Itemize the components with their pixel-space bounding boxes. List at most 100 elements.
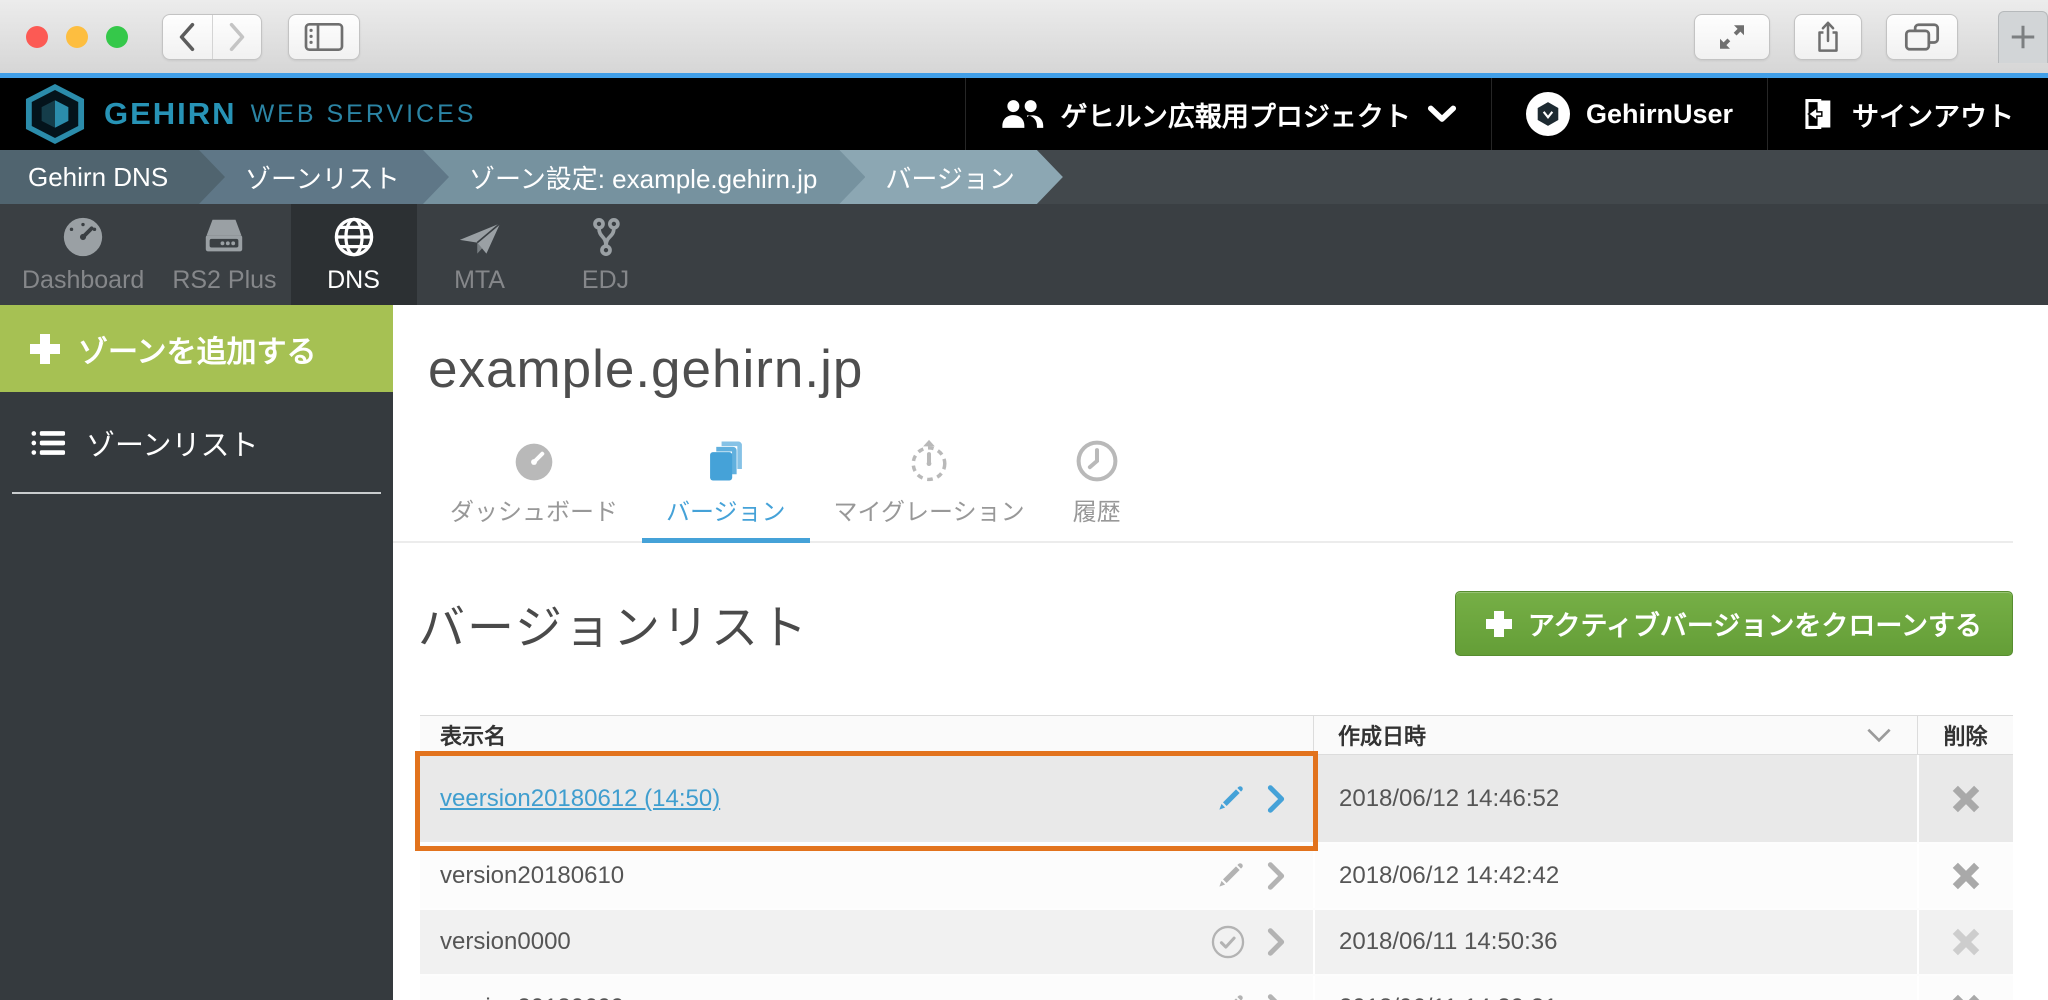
- version-name: version0000: [440, 928, 571, 955]
- tab-version[interactable]: バージョン: [642, 436, 810, 543]
- delete-version-button[interactable]: [1950, 992, 1982, 1000]
- new-tab-button[interactable]: [1998, 10, 2048, 63]
- clone-button-label: アクティブバージョンをクローンする: [1527, 611, 1982, 641]
- breadcrumb-zone-settings[interactable]: ゾーン設定: example.gehirn.jp: [423, 150, 865, 204]
- service-dashboard[interactable]: Dashboard: [8, 204, 158, 305]
- signout-door-icon: [1805, 98, 1831, 130]
- fullscreen-icon: [1720, 24, 1744, 49]
- service-rs2-plus[interactable]: RS2 Plus: [158, 204, 290, 305]
- chevron-down-icon: [1427, 105, 1456, 122]
- toolbar-right: [1694, 10, 2048, 63]
- tab-label: バージョン: [666, 499, 786, 526]
- user-name: GehirnUser: [1585, 98, 1733, 129]
- delete-x-icon: [1952, 862, 1980, 890]
- sidebar-item-zone-list[interactable]: ゾーンリスト: [0, 392, 393, 464]
- service-label: DNS: [327, 266, 380, 294]
- plus-icon: [30, 334, 60, 364]
- table-row: version20180609 2018/06/11 14:39:21: [420, 976, 2013, 1000]
- logo-text: GEHIRN: [104, 96, 237, 131]
- delete-version-button[interactable]: [1950, 860, 1982, 892]
- version-link[interactable]: veersion20180612 (14:50): [440, 785, 720, 813]
- table-row: veersion20180612 (14:50) 2018/06/12 14:4…: [420, 755, 2013, 844]
- version-table: 表示名 作成日時 削除 veersion20180612 (14:50) 201…: [415, 715, 2013, 1000]
- main-content: example.gehirn.jp ダッシュボード バージョン マイグレーション…: [393, 305, 2048, 1000]
- clone-active-version-button[interactable]: アクティブバージョンをクローンする: [1454, 591, 2013, 656]
- col-header-created[interactable]: 作成日時: [1313, 716, 1917, 754]
- signout-button[interactable]: サインアウト: [1767, 78, 2048, 150]
- app-header-right: ゲヒルン広報用プロジェクト GehirnUser サインアウト: [965, 78, 2048, 150]
- browser-toolbar: [0, 0, 2048, 78]
- window-controls: [26, 25, 128, 48]
- share-icon: [1818, 21, 1838, 52]
- app-header: GEHIRN WEB SERVICES ゲヒルン広報用プロジェクト Gehirn…: [0, 78, 2048, 150]
- add-zone-button[interactable]: ゾーンを追加する: [0, 305, 393, 392]
- tab-migration[interactable]: マイグレーション: [810, 436, 1049, 541]
- delete-version-button[interactable]: [1950, 783, 1982, 815]
- sort-chevron-icon[interactable]: [1865, 727, 1893, 743]
- breadcrumb-zone-list[interactable]: ゾーンリスト: [199, 150, 449, 204]
- created-at: 2018/06/12 14:42:42: [1339, 862, 1560, 889]
- people-icon: [1002, 100, 1044, 128]
- breadcrumb-gehirn-dns[interactable]: Gehirn DNS: [0, 150, 225, 204]
- pencil-icon[interactable]: [1215, 993, 1245, 1000]
- delete-x-icon: [1952, 785, 1980, 812]
- layers-icon: [704, 436, 748, 484]
- breadcrumb-version[interactable]: バージョン: [839, 150, 1062, 204]
- table-header: 表示名 作成日時 削除: [420, 716, 2013, 755]
- plus-icon: [1486, 611, 1512, 637]
- service-dns[interactable]: DNS: [290, 204, 417, 305]
- sidebar-toggle-button[interactable]: [288, 13, 360, 60]
- share-button[interactable]: [1794, 13, 1862, 60]
- avatar-logo-icon: [1537, 102, 1559, 126]
- col-header-created-label: 作成日時: [1338, 724, 1427, 749]
- service-label: EDJ: [581, 266, 630, 294]
- list-icon: [31, 431, 66, 455]
- back-icon: [180, 22, 195, 51]
- page-title: example.gehirn.jp: [428, 340, 864, 399]
- screen: GEHIRN WEB SERVICES ゲヒルン広報用プロジェクト Gehirn…: [0, 0, 2048, 1000]
- user-menu[interactable]: GehirnUser: [1490, 78, 1767, 150]
- tab-label: 履歴: [1072, 499, 1121, 526]
- sidebar: ゾーンを追加する ゾーンリスト: [0, 305, 393, 1000]
- chevron-right-icon[interactable]: [1265, 927, 1287, 957]
- tab-label: マイグレーション: [833, 499, 1025, 526]
- chevron-right-icon[interactable]: [1265, 784, 1287, 814]
- pencil-icon[interactable]: [1215, 784, 1245, 814]
- fullscreen-button[interactable]: [1694, 13, 1770, 60]
- forward-button[interactable]: [211, 14, 262, 59]
- created-at: 2018/06/12 14:46:52: [1339, 784, 1560, 812]
- paper-plane-icon: [455, 210, 505, 260]
- version-name: version20180610: [440, 862, 625, 889]
- breadcrumb: Gehirn DNS ゾーンリスト ゾーン設定: example.gehirn.…: [0, 150, 2048, 204]
- tabs-icon: [1904, 22, 1940, 51]
- tab-history[interactable]: 履歴: [1049, 436, 1145, 541]
- chevron-right-icon[interactable]: [1265, 993, 1287, 1000]
- delete-version-button-disabled: [1950, 926, 1982, 958]
- zoom-window-button[interactable]: [106, 25, 128, 48]
- gehirn-logo-icon: [22, 84, 88, 144]
- sidebar-toggle-icon: [304, 22, 344, 51]
- col-header-name: 表示名: [440, 724, 507, 749]
- service-edj[interactable]: EDJ: [543, 204, 669, 305]
- check-circle-icon: [1211, 925, 1245, 959]
- gauge-icon: [512, 436, 556, 484]
- clock-icon: [1074, 436, 1120, 484]
- signout-label: サインアウト: [1852, 101, 2014, 132]
- version-name: version20180609: [440, 994, 624, 1000]
- project-selector[interactable]: ゲヒルン広報用プロジェクト: [965, 78, 1490, 150]
- service-mta[interactable]: MTA: [417, 204, 543, 305]
- table-body: veersion20180612 (14:50) 2018/06/12 14:4…: [420, 755, 2013, 1000]
- back-button[interactable]: [163, 15, 212, 59]
- show-tabs-button[interactable]: [1886, 13, 1958, 60]
- stopwatch-icon: [907, 436, 951, 484]
- server-icon: [198, 210, 250, 260]
- section-title: バージョンリスト: [418, 601, 810, 654]
- table-row: version0000 2018/06/11 14:50:36: [420, 910, 2013, 976]
- tab-dashboard[interactable]: ダッシュボード: [426, 436, 642, 541]
- pencil-icon[interactable]: [1215, 861, 1245, 891]
- new-tab-icon: [2011, 25, 2035, 49]
- gauge-icon: [60, 210, 106, 260]
- minimize-window-button[interactable]: [66, 25, 88, 48]
- chevron-right-icon[interactable]: [1265, 861, 1287, 891]
- close-window-button[interactable]: [26, 25, 48, 48]
